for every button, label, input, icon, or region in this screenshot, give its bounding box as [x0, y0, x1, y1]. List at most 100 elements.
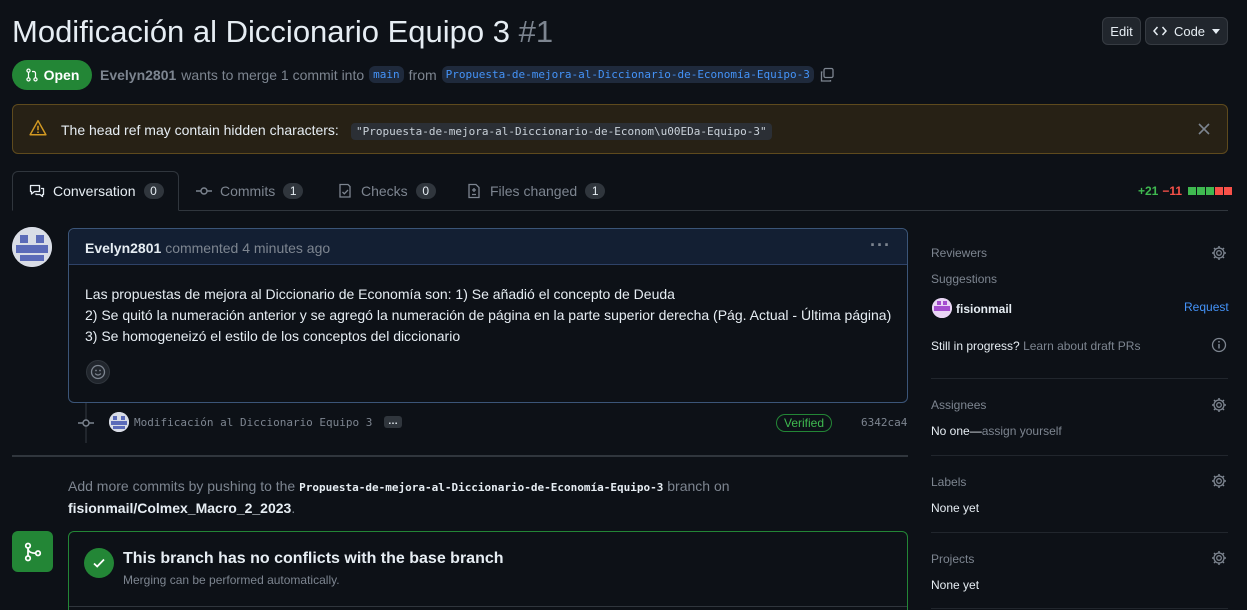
push-period: .: [291, 500, 296, 516]
info-icon[interactable]: [1211, 337, 1227, 353]
tab-counter: 0: [415, 183, 436, 199]
comment-discussion-icon: [29, 184, 45, 198]
from-text: from: [408, 66, 437, 83]
push-prefix: Add more commits by pushing to the: [68, 478, 296, 494]
gear-icon[interactable]: [1211, 397, 1227, 413]
git-commit-icon: [196, 187, 212, 195]
alert-icon: [29, 119, 47, 136]
chevron-down-icon: [1212, 29, 1221, 34]
sidebar-divider: [931, 455, 1228, 456]
comment-line: 2) Se quitó la numeración anterior y se …: [85, 307, 892, 323]
assignees-value: No one—assign yourself: [931, 424, 1062, 438]
tab-checks[interactable]: Checks 0: [337, 171, 436, 211]
diff-blocks: [1188, 187, 1233, 195]
warning-text: The head ref may contain hidden characte…: [61, 122, 339, 138]
reviewer-avatar: [932, 298, 952, 318]
push-branch: Propuesta-de-mejora-al-Diccionario-de-Ec…: [299, 481, 664, 494]
reviewers-heading[interactable]: Reviewers: [931, 246, 987, 260]
check-circle-icon: [84, 548, 114, 578]
gear-icon[interactable]: [1211, 473, 1227, 489]
assign-yourself-link[interactable]: assign yourself: [982, 424, 1062, 438]
git-merge-icon: [24, 542, 41, 561]
comment-header: Evelyn2801 commented 4 minutes ago ···: [69, 229, 907, 265]
pull-request-icon: [25, 68, 38, 82]
tab-files-changed[interactable]: Files changed 1: [466, 171, 606, 211]
kebab-menu-icon[interactable]: ···: [870, 235, 891, 256]
add-reaction-button[interactable]: [86, 360, 110, 384]
diff-added: +21: [1138, 184, 1159, 198]
push-suffix: branch on: [667, 478, 730, 494]
status-label: Open: [43, 67, 80, 83]
tab-commits[interactable]: Commits 1: [196, 171, 304, 211]
sidebar-divider: [931, 532, 1228, 533]
copy-icon[interactable]: [819, 67, 835, 83]
projects-value: None yet: [931, 578, 980, 592]
tab-label: Conversation: [53, 183, 136, 199]
commit-message[interactable]: Modificación al Diccionario Equipo 3: [134, 416, 372, 429]
base-branch[interactable]: main: [369, 66, 404, 83]
labels-value: None yet: [931, 501, 980, 515]
code-label: Code: [1173, 23, 1206, 39]
repo-link[interactable]: fisionmail/Colmex_Macro_2_2023: [68, 500, 291, 516]
pr-title: Modificación al Diccionario Equipo 3 #1: [12, 14, 553, 50]
checklist-icon: [339, 183, 351, 198]
tab-label: Checks: [361, 183, 408, 199]
merge-box: [68, 531, 908, 610]
head-branch[interactable]: Propuesta-de-mejora-al-Diccionario-de-Ec…: [441, 66, 814, 83]
push-instructions: Add more commits by pushing to the Propu…: [68, 476, 730, 519]
request-review-button[interactable]: Request: [1184, 300, 1229, 314]
code-button[interactable]: Code: [1145, 17, 1228, 45]
tab-counter: 1: [283, 183, 304, 199]
verified-badge[interactable]: Verified: [776, 414, 833, 432]
tab-counter: 0: [143, 183, 164, 199]
warning-code: "Propuesta-de-mejora-al-Diccionario-de-E…: [351, 123, 772, 140]
tab-label: Commits: [220, 183, 276, 199]
smiley-icon: [90, 364, 106, 380]
draft-question: Still in progress?: [931, 339, 1020, 353]
merge-title: This branch has no conflicts with the ba…: [123, 550, 504, 567]
status-badge: Open: [12, 60, 92, 90]
pr-title-text: Modificación al Diccionario Equipo 3: [12, 14, 510, 49]
tab-conversation[interactable]: Conversation 0: [12, 171, 179, 211]
tab-label: Files changed: [490, 183, 578, 199]
labels-heading[interactable]: Labels: [931, 475, 966, 489]
expand-commit-button[interactable]: …: [384, 416, 402, 428]
avatar[interactable]: [12, 227, 52, 267]
gear-icon[interactable]: [1211, 550, 1227, 566]
merge-divider: [69, 606, 907, 607]
diff-removed: −11: [1162, 184, 1183, 198]
comment-author[interactable]: Evelyn2801: [85, 240, 161, 256]
draft-link[interactable]: Learn about draft PRs: [1023, 339, 1140, 353]
draft-text: Still in progress? Learn about draft PRs: [931, 339, 1140, 353]
tabs-divider: [12, 210, 1228, 211]
commit-sha[interactable]: 6342ca4: [861, 416, 907, 429]
edit-button[interactable]: Edit: [1102, 17, 1141, 45]
suggestions-label: Suggestions: [931, 272, 998, 286]
diffstat: +21 −11: [1138, 184, 1233, 198]
file-diff-icon: [468, 183, 480, 199]
comment-line: Las propuestas de mejora al Diccionario …: [85, 286, 675, 302]
tab-counter: 1: [585, 183, 606, 199]
commit-avatar[interactable]: [109, 412, 129, 432]
pr-meta: Evelyn2801 wants to merge 1 commit into …: [100, 66, 835, 83]
merge-status-icon: [12, 531, 53, 572]
comment-body: Las propuestas de mejora al Diccionario …: [85, 284, 891, 347]
code-icon: [1152, 26, 1167, 36]
sidebar-divider: [931, 378, 1228, 379]
author-link[interactable]: Evelyn2801: [100, 67, 176, 83]
git-commit-icon: [78, 419, 94, 427]
timeline-divider: [12, 455, 908, 457]
comment-line: 3) Se homogeneizó el estilo de los conce…: [85, 328, 461, 344]
projects-heading[interactable]: Projects: [931, 552, 974, 566]
merge-text: wants to merge 1 commit into: [181, 66, 365, 83]
comment-meta: commented 4 minutes ago: [165, 240, 331, 256]
gear-icon[interactable]: [1211, 245, 1227, 261]
hidden-characters-warning: The head ref may contain hidden characte…: [12, 104, 1228, 154]
assignees-none: No one—: [931, 424, 982, 438]
edit-label: Edit: [1110, 23, 1133, 39]
pr-number: #1: [518, 14, 554, 49]
assignees-heading[interactable]: Assignees: [931, 398, 986, 412]
merge-subtitle: Merging can be performed automatically.: [123, 573, 340, 587]
reviewer-name: fisionmail: [956, 302, 1013, 316]
close-icon[interactable]: [1197, 122, 1211, 136]
